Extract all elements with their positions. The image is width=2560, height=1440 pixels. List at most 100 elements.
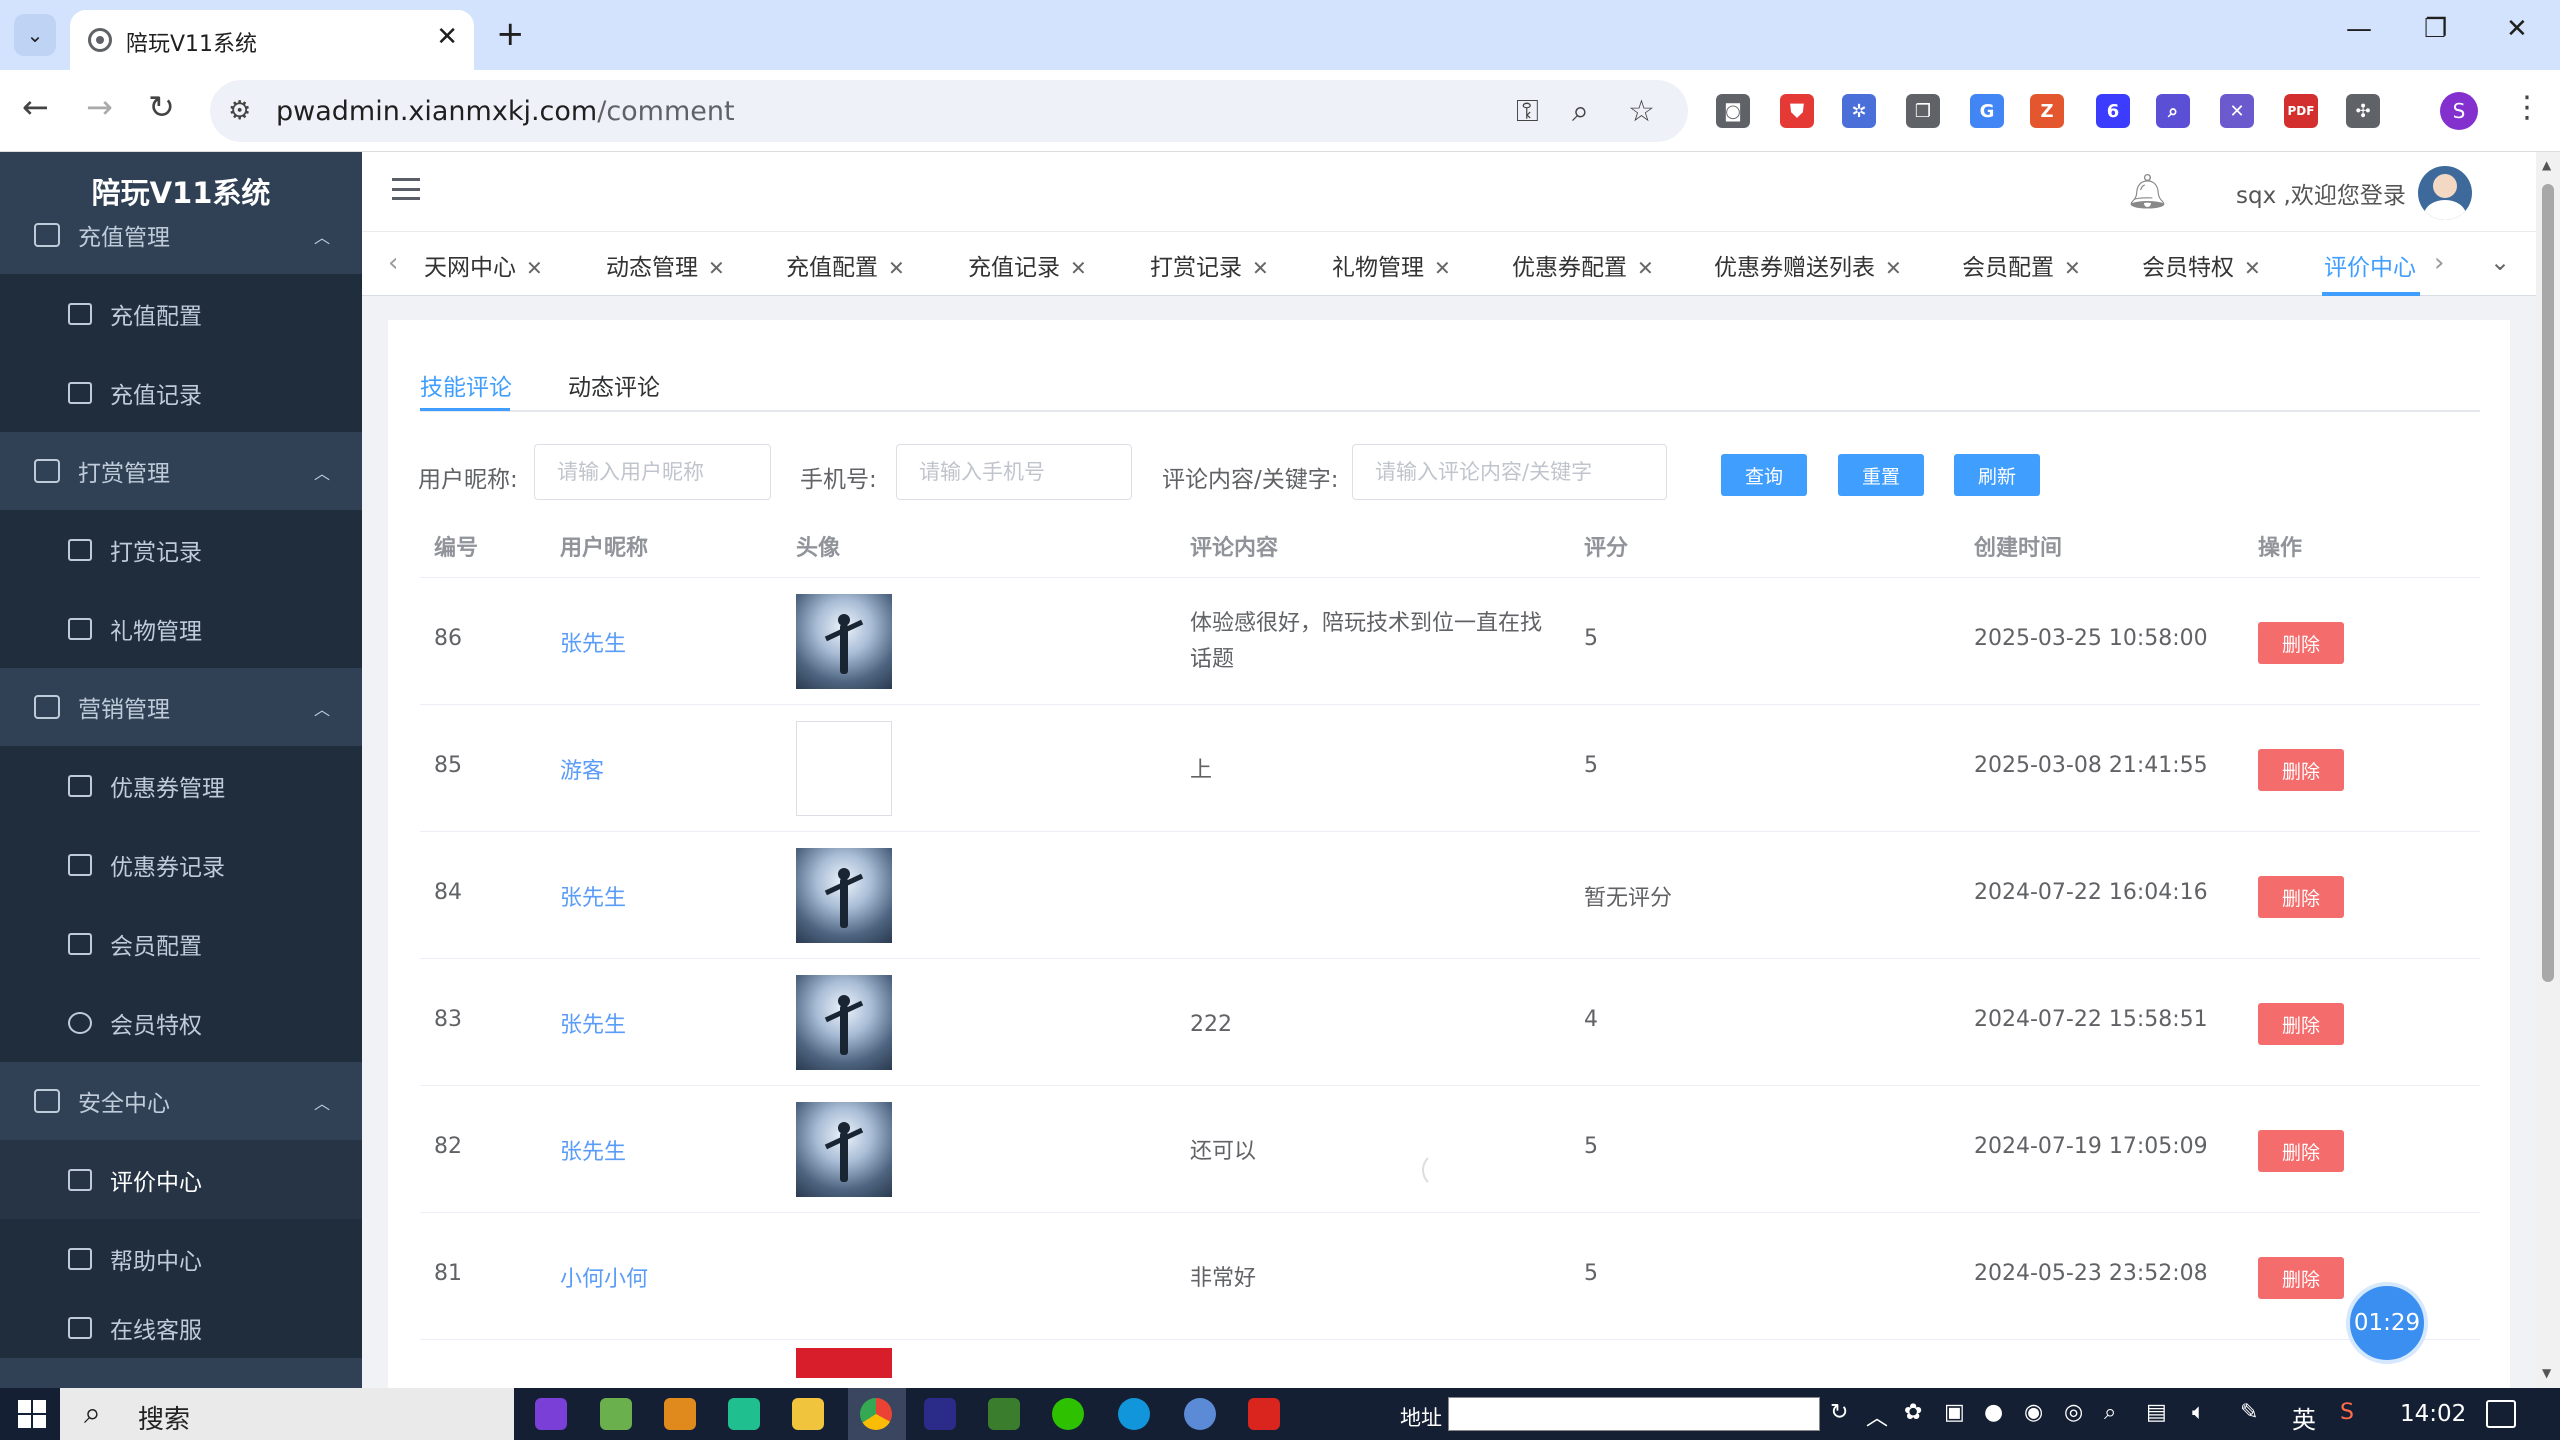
- phone-input[interactable]: [896, 444, 1132, 500]
- camera-icon[interactable]: ◙: [1716, 94, 1750, 128]
- app-icon[interactable]: [664, 1398, 696, 1430]
- menu-group-tipping[interactable]: 打赏管理 ︿: [0, 432, 362, 510]
- profile-avatar[interactable]: S: [2440, 92, 2478, 130]
- address-toolbar-input[interactable]: [1448, 1397, 1820, 1431]
- tab-skill-comments[interactable]: 技能评论: [420, 368, 512, 402]
- tag-close-icon[interactable]: ✕: [1434, 256, 1451, 280]
- menu-group-recharge[interactable]: 充值管理 ︿: [0, 196, 362, 274]
- tag-3[interactable]: 充值记录 ✕: [968, 248, 1087, 282]
- page-scrollbar[interactable]: ▲ ▼: [2536, 152, 2560, 1388]
- app-icon[interactable]: [1184, 1398, 1216, 1430]
- query-button[interactable]: 查询: [1721, 454, 1807, 496]
- tray-app-icon[interactable]: ◎: [2064, 1400, 2083, 1425]
- wechat-tray-icon[interactable]: ◉: [2024, 1400, 2043, 1425]
- refresh-button[interactable]: 刷新: [1954, 454, 2040, 496]
- sidebar-item-coupon-records[interactable]: 优惠券记录: [0, 825, 362, 904]
- tag-10[interactable]: 评价中心: [2324, 248, 2416, 282]
- sidebar-item-recharge-config[interactable]: 充值配置: [0, 274, 362, 353]
- bookmark-star-icon[interactable]: ☆: [1628, 94, 1655, 129]
- taskbar-search[interactable]: ⌕ 搜索: [60, 1388, 514, 1440]
- clock[interactable]: 14:02: [2400, 1401, 2466, 1427]
- delete-button[interactable]: 删除: [2258, 876, 2344, 918]
- floating-timer[interactable]: 01:29: [2346, 1282, 2428, 1364]
- tags-scroll-right-icon[interactable]: ›: [2434, 248, 2444, 278]
- forward-icon[interactable]: →: [86, 88, 113, 126]
- pdf-extension-icon[interactable]: PDF: [2284, 94, 2318, 128]
- tray-app-icon[interactable]: ⌕: [2104, 1400, 2116, 1425]
- app-icon[interactable]: [988, 1398, 1020, 1430]
- delete-button[interactable]: 删除: [2258, 1257, 2344, 1299]
- sidebar-item-gift-management[interactable]: 礼物管理: [0, 589, 362, 668]
- windows-start-icon[interactable]: [18, 1400, 46, 1428]
- zotero-extension-icon[interactable]: Z: [2030, 94, 2064, 128]
- tray-app-icon[interactable]: ●: [1984, 1400, 2003, 1425]
- tab-close-icon[interactable]: ✕: [436, 22, 458, 52]
- sogou-icon[interactable]: S: [2340, 1400, 2354, 1425]
- sidebar-item-help-center[interactable]: 帮助中心: [0, 1219, 362, 1298]
- tag-close-icon[interactable]: ✕: [1252, 256, 1269, 280]
- tag-1[interactable]: 动态管理 ✕: [606, 248, 725, 282]
- tags-dropdown-icon[interactable]: ⌄: [2490, 248, 2510, 276]
- copy-extension-icon[interactable]: ❐: [1906, 94, 1940, 128]
- refresh-icon[interactable]: ↻: [1830, 1400, 1848, 1425]
- window-close-icon[interactable]: ✕: [2506, 14, 2528, 44]
- tag-close-icon[interactable]: ✕: [708, 256, 725, 280]
- volume-icon[interactable]: 🔈︎: [2192, 1400, 2205, 1425]
- shield-extension-icon[interactable]: ⛊: [1780, 94, 1814, 128]
- menu-group-marketing[interactable]: 营销管理 ︿: [0, 668, 362, 746]
- tag-6[interactable]: 优惠券配置 ✕: [1512, 248, 1654, 282]
- cell-nickname[interactable]: 张先生: [560, 1007, 626, 1039]
- app-icon[interactable]: [1118, 1398, 1150, 1430]
- network-extension-icon[interactable]: ✲: [1842, 94, 1876, 128]
- tray-app-icon[interactable]: ▣: [1944, 1400, 1965, 1425]
- new-tab-icon[interactable]: +: [496, 14, 525, 54]
- tab-search-dropdown-icon[interactable]: ⌄: [14, 14, 56, 56]
- tray-app-icon[interactable]: ✿: [1904, 1400, 1922, 1425]
- notification-icon[interactable]: [2486, 1400, 2516, 1428]
- wps-icon[interactable]: [1248, 1398, 1280, 1430]
- nickname-input[interactable]: [534, 444, 771, 500]
- puzzle-extension-icon[interactable]: ✣: [2346, 94, 2380, 128]
- tag-5[interactable]: 礼物管理 ✕: [1332, 248, 1451, 282]
- search-extension-icon[interactable]: ⌕: [2156, 94, 2190, 128]
- x-extension-icon[interactable]: ✕: [2220, 94, 2254, 128]
- sidebar-item-online-support[interactable]: 在线客服: [0, 1298, 362, 1358]
- tag-8[interactable]: 会员配置 ✕: [1962, 248, 2081, 282]
- cell-nickname[interactable]: 张先生: [560, 626, 626, 658]
- tag-close-icon[interactable]: ✕: [1637, 256, 1654, 280]
- app-icon[interactable]: [728, 1398, 760, 1430]
- app-icon[interactable]: [600, 1398, 632, 1430]
- tag-close-icon[interactable]: ✕: [2064, 256, 2081, 280]
- sidebar-item-member-privileges[interactable]: 会员特权: [0, 983, 362, 1062]
- browser-menu-icon[interactable]: ⋮: [2512, 90, 2542, 125]
- keyword-input[interactable]: [1352, 444, 1667, 500]
- menu-group-security[interactable]: 安全中心 ︿: [0, 1062, 362, 1140]
- reset-button[interactable]: 重置: [1838, 454, 1924, 496]
- tag-0[interactable]: 天网中心 ✕: [424, 248, 543, 282]
- tag-close-icon[interactable]: ✕: [1070, 256, 1087, 280]
- tab-dynamic-comments[interactable]: 动态评论: [568, 368, 660, 402]
- browser-tab[interactable]: 陪玩V11系统 ✕: [70, 10, 474, 70]
- delete-button[interactable]: 删除: [2258, 1003, 2344, 1045]
- zoom-icon[interactable]: ⌕: [1572, 94, 1589, 129]
- bell-icon[interactable]: 🔔︎: [2126, 172, 2169, 212]
- tag-close-icon[interactable]: ✕: [2244, 256, 2261, 280]
- tag-close-icon[interactable]: ✕: [1885, 256, 1902, 280]
- back-icon[interactable]: ←: [22, 88, 49, 126]
- tag-close-icon[interactable]: ✕: [888, 256, 905, 280]
- sidebar-item-coupon-management[interactable]: 优惠券管理: [0, 746, 362, 825]
- tray-expand-icon[interactable]: ︿: [1866, 1400, 1888, 1432]
- cell-nickname[interactable]: 小何小何: [560, 1261, 648, 1293]
- sidebar-item-tip-records[interactable]: 打赏记录: [0, 510, 362, 589]
- sidebar-item-review-center[interactable]: 评价中心: [0, 1140, 362, 1219]
- tray-app-icon[interactable]: ▤: [2146, 1400, 2167, 1425]
- translate-extension-icon[interactable]: G: [1970, 94, 2004, 128]
- pen-icon[interactable]: ✎: [2240, 1400, 2258, 1425]
- badge-extension-icon[interactable]: 6: [2096, 94, 2130, 128]
- tag-9[interactable]: 会员特权 ✕: [2142, 248, 2261, 282]
- address-bar[interactable]: ⚙ pwadmin.xianmxkj.com/comment ⚿ ⌕ ☆: [210, 80, 1688, 142]
- ime-indicator[interactable]: 英: [2292, 1400, 2316, 1435]
- url-text[interactable]: pwadmin.xianmxkj.com/comment: [276, 96, 735, 127]
- sidebar-item-recharge-records[interactable]: 充值记录: [0, 353, 362, 432]
- restore-icon[interactable]: ❐: [2424, 14, 2447, 44]
